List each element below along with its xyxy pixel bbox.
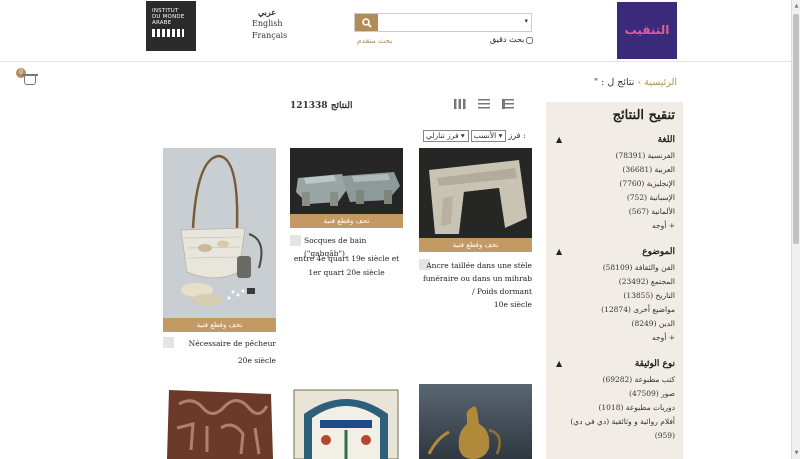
facet-item[interactable]: الإسبانية (752) <box>554 191 675 205</box>
facet-item[interactable]: الفرنسية (78391) <box>554 149 675 163</box>
result-title[interactable]: Ancre taillée dans une stèle funéraire o… <box>419 259 532 298</box>
facet-heading[interactable]: اللغة <box>554 135 675 145</box>
result-title[interactable]: Nécessaire de pêcheur <box>177 337 276 350</box>
result-card[interactable]: تحف وقطع فنية Socques de bain ("qabqâb")… <box>290 148 403 288</box>
facet-item[interactable]: الفن والثقافة (58109) <box>554 261 675 275</box>
facet-item[interactable]: صور (47509) <box>554 387 675 401</box>
refine-results-sidebar: تنقيح النتائج اللغة ▲ الفرنسية (78391) ا… <box>546 102 683 459</box>
result-date: entre 4e quart 19e siècle et 1er quart 2… <box>293 254 400 277</box>
facet-language: اللغة ▲ الفرنسية (78391) العربية (36681)… <box>554 135 675 233</box>
bath-clogs-image <box>290 148 403 214</box>
facet-heading[interactable]: الموضوع <box>554 247 675 257</box>
advanced-search-link[interactable]: بحث متقدم <box>357 36 392 45</box>
facet-more-link[interactable]: + أوجه <box>554 219 675 233</box>
facet-item[interactable]: التاريخ (13855) <box>554 289 675 303</box>
sort-order-value: فرز تنازلي <box>426 131 459 140</box>
result-thumbnail[interactable] <box>419 148 532 238</box>
exact-search-checkbox[interactable] <box>526 36 534 44</box>
basket-icon <box>22 74 38 85</box>
fisherman-kit-image <box>163 148 276 318</box>
facet-item[interactable]: الألمانية (567) <box>554 205 675 219</box>
sidebar-title: تنقيح النتائج <box>612 108 675 123</box>
exact-search-label: بحث دقيق <box>490 35 525 44</box>
facet-item[interactable]: الدين (8249) <box>554 317 675 331</box>
stone-anchor-image <box>419 148 532 238</box>
tile-panel-image <box>290 384 403 459</box>
sort-order-select[interactable]: فرز تنازلي ▾ <box>423 130 469 142</box>
search-button[interactable] <box>355 14 378 31</box>
result-card[interactable]: تحف وقطع فنية Ancre taillée dans une stè… <box>419 148 532 318</box>
result-thumbnail[interactable] <box>163 384 276 459</box>
view-mode-switcher <box>452 99 522 113</box>
language-arabic-link[interactable]: عربي <box>252 6 282 18</box>
collapse-icon[interactable]: ▲ <box>556 359 562 368</box>
search-dropdown-icon[interactable]: ▾ <box>524 17 528 25</box>
scroll-up-icon[interactable]: ▲ <box>793 2 800 10</box>
language-english-link[interactable]: English <box>252 18 283 30</box>
facet-heading[interactable]: نوع الوثيقة <box>554 359 675 369</box>
category-band: تحف وقطع فنية <box>163 318 276 332</box>
language-switcher: عربي English Français <box>252 6 287 42</box>
select-checkbox[interactable] <box>163 337 174 348</box>
scroll-down-icon[interactable]: ▼ <box>793 449 800 457</box>
breadcrumb-home-link[interactable]: الرئيسية <box>644 77 677 88</box>
collapse-icon[interactable]: ▲ <box>556 247 562 256</box>
facet-subject: الموضوع ▲ الفن والثقافة (58109) المجتمع … <box>554 247 675 345</box>
category-band: تحف وقطع فنية <box>419 238 532 252</box>
facet-item[interactable]: الإنجليزية (7760) <box>554 177 675 191</box>
breadcrumb-current: نتائج ل : " <box>593 77 635 88</box>
exact-search-toggle[interactable]: بحث دقيق <box>490 35 534 44</box>
brass-ewer-image <box>419 384 532 459</box>
result-thumbnail[interactable] <box>163 148 276 318</box>
facet-item[interactable]: أفلام روائية و وثائقية (دي في دي) <box>554 415 675 429</box>
detail-view-icon[interactable] <box>502 99 514 109</box>
facet-item[interactable]: كتب مطبوعة (69282) <box>554 373 676 387</box>
inscribed-stone-image <box>163 384 276 459</box>
search-input[interactable]: ▾ <box>354 13 532 32</box>
result-date: 20e siècle <box>237 356 276 365</box>
sort-label: فرز : <box>508 131 526 140</box>
search-icon <box>361 17 372 28</box>
cart-button[interactable]: 0 <box>16 68 40 90</box>
facet-item[interactable]: دوريات مطبوعة (1018) <box>554 401 675 415</box>
page-scrollbar[interactable]: ▲ ▼ <box>791 0 800 459</box>
breadcrumb-separator: › <box>637 77 642 88</box>
scrollbar-thumb[interactable] <box>793 14 799 244</box>
results-count: 121338 النتائج <box>290 101 353 111</box>
brand-logo[interactable]: التنقيب <box>617 2 677 59</box>
facet-item[interactable]: (959) <box>554 429 675 443</box>
sort-controls: فرز تنازلي ▾ الأنسب ▾ فرز : <box>423 130 526 142</box>
result-thumbnail[interactable] <box>290 148 403 214</box>
list-view-icon[interactable] <box>478 99 490 109</box>
result-card[interactable]: تحف وقطع فنية Nécessaire de pêcheur 20e … <box>163 148 276 368</box>
breadcrumb: الرئيسية›نتائج ل : " <box>594 77 677 88</box>
result-thumbnail[interactable] <box>290 384 403 459</box>
sort-by-select[interactable]: الأنسب ▾ <box>470 130 507 142</box>
site-header: INSTITUT DU MONDE ARABE عربي English Franç… <box>0 0 791 62</box>
institute-logo[interactable]: INSTITUT DU MONDE ARABE <box>146 1 196 51</box>
facet-document-type: نوع الوثيقة ▲ كتب مطبوعة (69282) صور (47… <box>554 359 675 443</box>
category-band: تحف وقطع فنية <box>290 214 403 228</box>
facet-item[interactable]: العربية (36681) <box>554 163 675 177</box>
facet-item[interactable]: المجتمع (23492) <box>554 275 675 289</box>
grid-view-icon[interactable] <box>454 99 466 109</box>
collapse-icon[interactable]: ▲ <box>556 135 562 144</box>
result-thumbnail[interactable] <box>419 384 532 459</box>
language-french-link[interactable]: Français <box>252 30 287 42</box>
sort-by-value: الأنسب <box>473 131 497 140</box>
facet-item[interactable]: مواضيع أخرى (12874) <box>554 303 675 317</box>
facet-more-link[interactable]: + أوجه <box>554 331 675 345</box>
result-date: 10e siècle <box>493 300 532 309</box>
select-checkbox[interactable] <box>290 235 301 246</box>
